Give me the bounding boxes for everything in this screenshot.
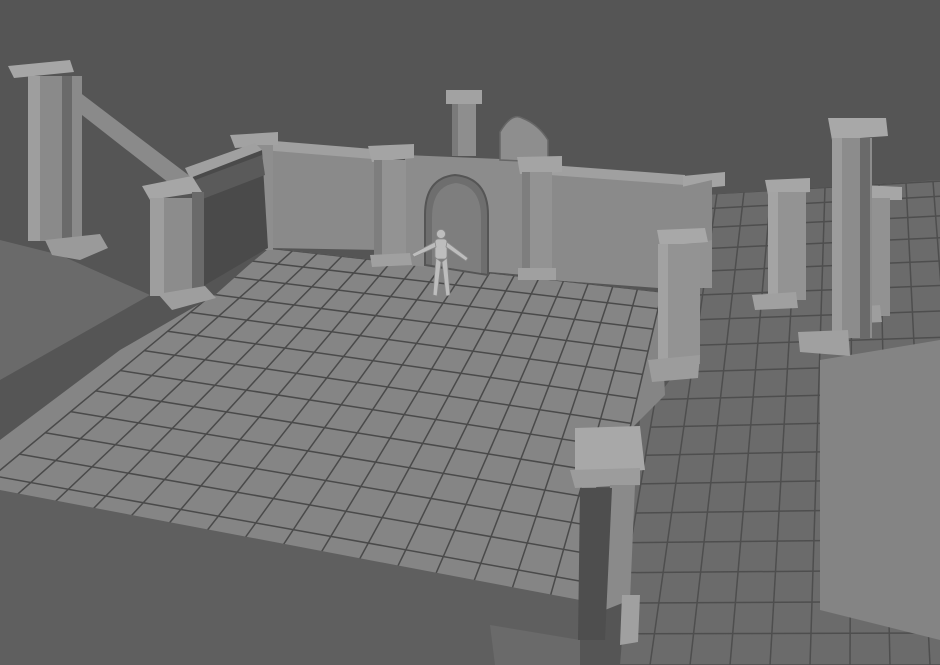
grid-line [620, 632, 940, 635]
3d-viewport[interactable] [0, 0, 940, 665]
arched-doorway[interactable] [424, 173, 489, 277]
right-block [820, 340, 940, 640]
